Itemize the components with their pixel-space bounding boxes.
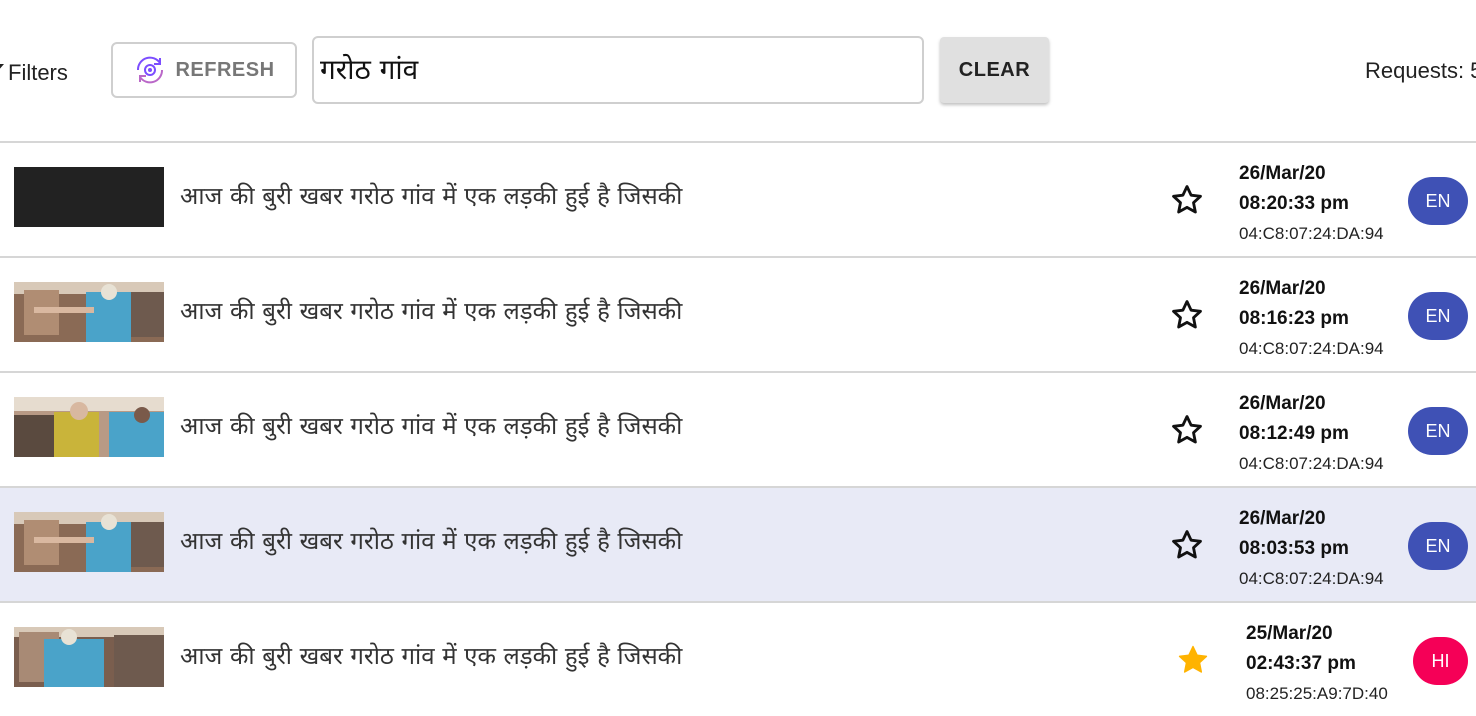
- item-title: आज की बुरी खबर गरोठ गांव में एक लड़की हु…: [180, 182, 683, 210]
- item-meta: 26/Mar/20 08:12:49 pm 04:C8:07:24:DA:94: [1239, 389, 1409, 479]
- star-filled-icon[interactable]: [1176, 643, 1210, 677]
- item-date: 26/Mar/20: [1239, 278, 1326, 299]
- clear-button[interactable]: CLEAR: [940, 37, 1049, 103]
- item-time: 02:43:37 pm: [1246, 653, 1356, 674]
- item-mac-address: 04:C8:07:24:DA:94: [1239, 339, 1384, 358]
- star-outline-icon[interactable]: [1170, 528, 1204, 562]
- item-meta: 26/Mar/20 08:03:53 pm 04:C8:07:24:DA:94: [1239, 504, 1409, 594]
- item-title: आज की बुरी खबर गरोठ गांव में एक लड़की हु…: [180, 642, 683, 670]
- item-mac-address: 08:25:25:A9:7D:40: [1246, 684, 1388, 703]
- request-list: आज की बुरी खबर गरोठ गांव में एक लड़की हु…: [0, 141, 1476, 716]
- item-meta: 25/Mar/20 02:43:37 pm 08:25:25:A9:7D:40: [1246, 619, 1416, 709]
- requests-count: Requests: 5: [1365, 58, 1476, 83]
- filter-icon: [0, 62, 4, 84]
- refresh-icon: [133, 53, 167, 87]
- language-badge: EN: [1408, 522, 1468, 570]
- thumbnail[interactable]: [14, 167, 164, 227]
- item-meta: 26/Mar/20 08:20:33 pm 04:C8:07:24:DA:94: [1239, 159, 1409, 249]
- item-title: आज की बुरी खबर गरोठ गांव में एक लड़की हु…: [180, 297, 683, 325]
- thumbnail[interactable]: [14, 397, 164, 457]
- item-date: 25/Mar/20: [1246, 623, 1333, 644]
- item-date: 26/Mar/20: [1239, 393, 1326, 414]
- list-item[interactable]: आज की बुरी खबर गरोठ गांव में एक लड़की हु…: [0, 486, 1476, 601]
- item-date: 26/Mar/20: [1239, 163, 1326, 184]
- toolbar: Filters REFRESH गरोठ गांव CLEAR Requests…: [0, 0, 1476, 141]
- list-item[interactable]: आज की बुरी खबर गरोठ गांव में एक लड़की हु…: [0, 256, 1476, 371]
- filters-label: Filters: [8, 60, 68, 85]
- star-outline-icon[interactable]: [1170, 183, 1204, 217]
- item-date: 26/Mar/20: [1239, 508, 1326, 529]
- item-time: 08:16:23 pm: [1239, 308, 1349, 329]
- item-mac-address: 04:C8:07:24:DA:94: [1239, 569, 1384, 588]
- star-outline-icon[interactable]: [1170, 413, 1204, 447]
- item-mac-address: 04:C8:07:24:DA:94: [1239, 454, 1384, 473]
- item-title: आज की बुरी खबर गरोठ गांव में एक लड़की हु…: [180, 412, 683, 440]
- thumbnail[interactable]: [14, 627, 164, 687]
- list-item[interactable]: आज की बुरी खबर गरोठ गांव में एक लड़की हु…: [0, 371, 1476, 486]
- language-badge: EN: [1408, 407, 1468, 455]
- thumbnail[interactable]: [14, 282, 164, 342]
- language-badge: EN: [1408, 177, 1468, 225]
- item-title: आज की बुरी खबर गरोठ गांव में एक लड़की हु…: [180, 527, 683, 555]
- thumbnail[interactable]: [14, 512, 164, 572]
- search-input[interactable]: गरोठ गांव: [312, 36, 924, 104]
- item-meta: 26/Mar/20 08:16:23 pm 04:C8:07:24:DA:94: [1239, 274, 1409, 364]
- item-time: 08:20:33 pm: [1239, 193, 1349, 214]
- language-badge: HI: [1413, 637, 1468, 685]
- filters-toggle[interactable]: Filters: [0, 58, 68, 88]
- refresh-label: REFRESH: [175, 58, 275, 81]
- item-time: 08:12:49 pm: [1239, 423, 1349, 444]
- item-mac-address: 04:C8:07:24:DA:94: [1239, 224, 1384, 243]
- star-outline-icon[interactable]: [1170, 298, 1204, 332]
- item-time: 08:03:53 pm: [1239, 538, 1349, 559]
- list-item[interactable]: आज की बुरी खबर गरोठ गांव में एक लड़की हु…: [0, 601, 1476, 716]
- list-item[interactable]: आज की बुरी खबर गरोठ गांव में एक लड़की हु…: [0, 141, 1476, 256]
- refresh-button[interactable]: REFRESH: [111, 42, 297, 98]
- language-badge: EN: [1408, 292, 1468, 340]
